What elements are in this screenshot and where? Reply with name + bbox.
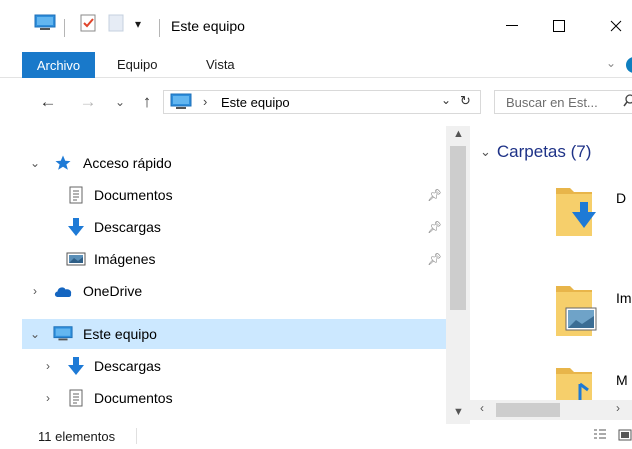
pin-icon[interactable]: 📌︎	[427, 252, 442, 266]
search-input[interactable]: Buscar en Est...	[494, 90, 632, 114]
computer-icon	[34, 14, 56, 32]
pin-icon[interactable]: 📌︎	[427, 220, 442, 234]
new-folder-icon[interactable]	[108, 14, 124, 32]
cloud-icon	[53, 281, 73, 301]
divider	[159, 19, 160, 37]
music-folder-icon[interactable]	[554, 364, 594, 400]
folder-label: D	[616, 190, 627, 206]
star-icon	[53, 153, 73, 173]
properties-icon[interactable]	[80, 14, 96, 32]
tab-vista[interactable]: Vista	[206, 57, 235, 72]
content-pane: ⌄ Carpetas (7) D Im M	[470, 126, 632, 400]
group-header-label: Carpetas (7)	[496, 142, 592, 161]
chevron-down-icon[interactable]: ⌄	[29, 327, 41, 341]
documents-icon	[66, 185, 86, 205]
large-icons-view-icon[interactable]	[618, 428, 632, 442]
scroll-right-icon[interactable]: ›	[616, 401, 620, 415]
tree-item-descargas[interactable]: Descargas 📌︎	[22, 212, 446, 242]
window-title: Este equipo	[171, 18, 245, 34]
tree-item-label: Documentos	[94, 390, 173, 406]
scrollbar-thumb[interactable]	[450, 146, 466, 310]
navigation-pane: ⌄ Acceso rápido Documentos 📌︎ Descargas …	[22, 126, 446, 424]
search-icon[interactable]	[623, 94, 632, 111]
minimize-button[interactable]	[492, 12, 532, 40]
folder-label: Im	[616, 290, 632, 306]
maximize-button[interactable]	[539, 12, 579, 40]
title-bar: ▾ Este equipo	[0, 0, 632, 52]
tree-item-label: Descargas	[94, 358, 161, 374]
folder-label: M	[616, 372, 628, 388]
download-arrow-icon	[66, 217, 86, 237]
documents-icon	[66, 388, 86, 408]
search-placeholder: Buscar en Est...	[506, 95, 598, 110]
close-button[interactable]	[596, 12, 632, 40]
ribbon-tabs: Archivo Equipo Vista ⌄	[0, 52, 632, 78]
chevron-right-icon[interactable]: ›	[29, 284, 41, 298]
scroll-up-icon[interactable]: ▲	[453, 128, 464, 140]
pictures-folder-icon[interactable]	[554, 282, 597, 338]
tab-equipo[interactable]: Equipo	[117, 57, 157, 72]
downloads-folder-icon[interactable]	[554, 184, 596, 240]
divider	[136, 428, 137, 444]
up-button[interactable]: ↑	[137, 90, 157, 114]
tree-item-label: Documentos	[94, 187, 173, 203]
navigation-bar: ← → ⌄ ↑ › Este equipo ⌄ ↻ Buscar en Est.…	[0, 82, 632, 122]
chevron-right-icon[interactable]: ›	[42, 359, 54, 373]
status-bar: 11 elementos	[0, 424, 632, 449]
breadcrumb[interactable]: Este equipo	[221, 95, 290, 110]
tree-item-label: Imágenes	[94, 251, 156, 267]
download-arrow-icon	[66, 356, 86, 376]
computer-icon	[170, 93, 192, 114]
navigation-pane-scrollbar[interactable]: ▲ ▼	[446, 126, 470, 424]
tree-item-imagenes[interactable]: Imágenes 📌︎	[22, 244, 446, 274]
group-header-carpetas[interactable]: ⌄ Carpetas (7)	[480, 142, 591, 162]
tree-item-label: Acceso rápido	[83, 155, 172, 171]
scroll-left-icon[interactable]: ‹	[480, 401, 484, 415]
back-button[interactable]: ←	[36, 90, 60, 114]
tree-item-onedrive[interactable]: › OneDrive	[22, 276, 446, 306]
scrollbar-thumb[interactable]	[496, 403, 560, 417]
help-icon[interactable]	[626, 57, 632, 73]
tree-item-descargas-child[interactable]: › Descargas	[22, 351, 446, 381]
tree-item-label: Descargas	[94, 219, 161, 235]
tree-item-label: Este equipo	[83, 326, 157, 342]
customize-toolbar-icon[interactable]: ▾	[135, 17, 141, 31]
address-bar[interactable]: › Este equipo ⌄ ↻	[163, 90, 481, 114]
divider	[64, 19, 65, 37]
forward-button[interactable]: →	[76, 90, 100, 114]
computer-icon	[53, 324, 73, 344]
breadcrumb-separator[interactable]: ›	[203, 94, 207, 109]
recent-locations-button[interactable]: ⌄	[113, 90, 127, 114]
tree-item-documentos-child[interactable]: › Documentos	[22, 383, 446, 413]
tab-archivo[interactable]: Archivo	[22, 52, 95, 78]
content-pane-scrollbar[interactable]: ‹ ›	[470, 400, 632, 420]
tree-item-este-equipo[interactable]: ⌄ Este equipo	[22, 319, 446, 349]
details-view-icon[interactable]	[593, 428, 607, 442]
refresh-icon[interactable]: ↻	[460, 93, 471, 109]
tree-item-acceso-rapido[interactable]: ⌄ Acceso rápido	[22, 148, 446, 178]
chevron-down-icon[interactable]: ⌄	[29, 156, 41, 170]
pin-icon[interactable]: 📌︎	[427, 188, 442, 202]
tree-item-documentos[interactable]: Documentos 📌︎	[22, 180, 446, 210]
scroll-down-icon[interactable]: ▼	[453, 406, 464, 418]
chevron-down-icon[interactable]: ⌄	[480, 144, 491, 160]
item-count: 11 elementos	[38, 429, 116, 444]
expand-ribbon-icon[interactable]: ⌄	[606, 56, 616, 70]
address-dropdown-icon[interactable]: ⌄	[441, 93, 451, 107]
tree-item-label: OneDrive	[83, 283, 143, 299]
chevron-right-icon[interactable]: ›	[42, 391, 54, 405]
pictures-icon	[66, 249, 86, 269]
